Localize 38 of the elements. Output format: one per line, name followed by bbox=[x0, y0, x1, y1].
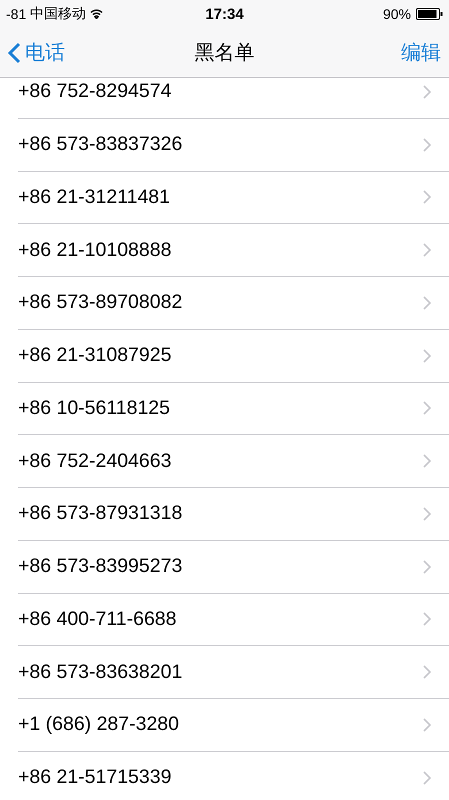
phone-number[interactable]: +86 752-2404663 bbox=[18, 450, 423, 473]
chevron-icon bbox=[423, 506, 431, 521]
phone-number[interactable]: +86 573-83995273 bbox=[18, 555, 423, 578]
phone-number[interactable]: +86 573-83837326 bbox=[18, 133, 423, 156]
phone-number[interactable]: +86 573-89708082 bbox=[18, 291, 423, 314]
chevron-icon bbox=[423, 770, 431, 785]
phone-number[interactable]: +86 21-51715339 bbox=[18, 766, 423, 790]
battery-percent: 90% bbox=[382, 6, 411, 22]
phone-number[interactable]: +1 (686) 287-3280 bbox=[18, 713, 423, 736]
chevron-icon bbox=[423, 665, 431, 680]
carrier-name: 中国移动 bbox=[30, 5, 86, 23]
chevron-icon bbox=[423, 348, 431, 363]
chevron-icon bbox=[423, 454, 431, 468]
chevron-icon bbox=[423, 243, 431, 258]
phone-number[interactable]: +86 10-56118125 bbox=[18, 396, 423, 420]
phone-number[interactable]: +86 21-31087925 bbox=[18, 344, 423, 368]
page-title: 黑名单 bbox=[194, 41, 254, 66]
phone-number[interactable]: +86 752-8294574 bbox=[18, 80, 423, 104]
back-button[interactable]: 电话 bbox=[8, 39, 65, 66]
chevron-icon bbox=[423, 401, 431, 416]
chevron-icon bbox=[423, 612, 431, 626]
chevron-icon bbox=[423, 296, 431, 310]
battery-icon bbox=[416, 8, 443, 20]
phone-number[interactable]: +86 21-31211481 bbox=[18, 186, 423, 209]
phone-number[interactable]: +86 400-711-6688 bbox=[18, 608, 423, 631]
chevron-icon bbox=[423, 560, 431, 574]
edit-button[interactable]: 编辑 bbox=[401, 39, 441, 66]
status-time: 17:34 bbox=[205, 6, 244, 22]
phone-number[interactable]: +86 21-10108888 bbox=[18, 238, 423, 262]
back-chevron-icon bbox=[8, 42, 21, 64]
chevron-icon bbox=[423, 718, 431, 732]
chevron-icon bbox=[423, 84, 431, 99]
signal-strength: -81 bbox=[6, 6, 26, 22]
phone-number[interactable]: +86 573-83638201 bbox=[18, 660, 423, 684]
wifi-icon bbox=[90, 9, 104, 19]
chevron-icon bbox=[423, 190, 431, 204]
chevron-icon bbox=[423, 138, 431, 152]
phone-number[interactable]: +86 573-87931318 bbox=[18, 502, 423, 526]
